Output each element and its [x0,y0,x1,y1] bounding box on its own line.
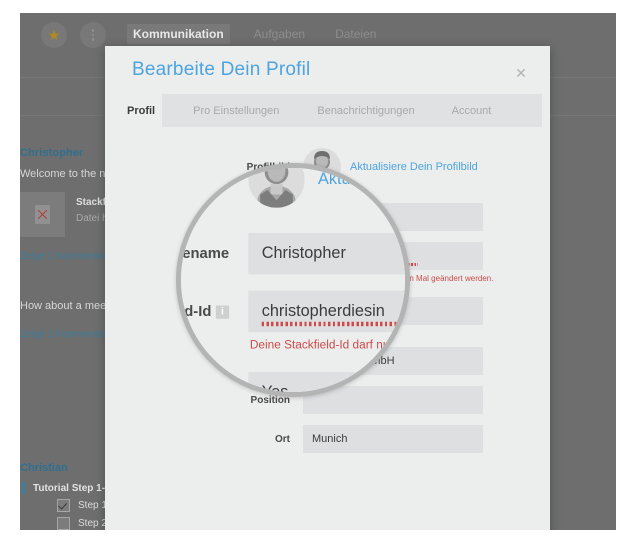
dialog-title: Bearbeite Dein Profil [132,59,311,80]
checkbox-icon[interactable] [57,517,70,530]
tab-dateien[interactable]: Dateien [329,24,382,44]
tab-profil[interactable]: Profil [127,105,155,117]
tutorial-step-label: Step 2 [78,518,107,529]
close-icon[interactable]: ✕ [514,66,528,80]
star-glyph: ★ [47,27,61,43]
tab-account[interactable]: Account [452,105,492,117]
magnified-dialog: Bearbeite Dein Profil Profilbild [180,168,406,392]
magnified-row-angezeigename: Angezeigename [181,232,405,275]
magnified-update-link: Aktualisiere Dein Profilbild [317,170,405,189]
star-icon[interactable]: ★ [41,22,67,48]
input-ort[interactable] [303,425,483,453]
dialog-tabs: Profil Pro Einstellungen Benachrichtigun… [105,94,550,127]
magnified-avatar [248,168,305,208]
more-vertical-glyph [91,29,95,41]
label-ort: Ort [275,434,290,445]
magnified-row-stackfield-id: Stackfield-Idi Deine Stackfield-Id darf … [180,290,406,352]
magnified-label-angezeigename: Angezeigename [181,246,230,263]
magnified-stackfield-warning: Deine Stackfield-Id darf nur ein Mal geä… [249,338,406,352]
tab-kommunikation[interactable]: Kommunikation [127,24,230,44]
magnified-spellcheck-underline [261,321,405,327]
checkbox-icon[interactable] [57,499,70,512]
pdf-file-icon [20,192,65,237]
magnifier-lens: Bearbeite Dein Profil Profilbild [176,163,410,397]
tutorial-step-label: Step 1 [78,500,107,511]
tab-benachrichtigungen[interactable]: Benachrichtigungen [317,105,414,117]
magnified-profile-picture-row: Profilbild Aktualisiere Dein Profilbi [180,168,405,212]
magnified-profile-picture-label: Profilbild [180,171,230,188]
more-vertical-icon[interactable] [80,22,106,48]
tab-pro-einstellungen[interactable]: Pro Einstellungen [193,105,279,117]
pdf-glyph [35,205,50,224]
tutorial-title: Tutorial Step 1-4 [33,482,111,494]
magnifier-content: Bearbeite Dein Profil Profilbild [180,168,406,392]
dialog-header: Bearbeite Dein Profil ✕ [105,46,550,94]
magnified-label-stackfield-id: Stackfield-Idi [180,291,248,321]
magnified-label-stackfield-id-text: Stackfield-Id [180,304,212,321]
tutorial-accent-bar [22,482,25,494]
magnified-info-icon: i [215,305,230,319]
magnified-stackfield-wrap: Deine Stackfield-Id darf nur ein Mal geä… [248,290,406,352]
field-row-ort: Ort [105,425,550,453]
magnified-input-angezeigename [248,232,405,275]
tab-aufgaben[interactable]: Aufgaben [248,24,311,44]
